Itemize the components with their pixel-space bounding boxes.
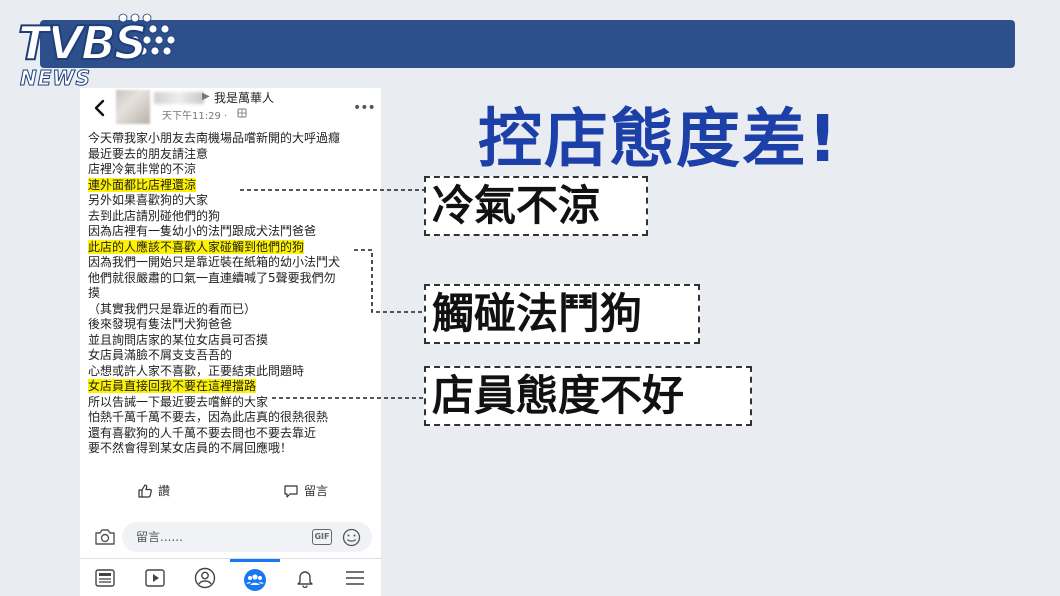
video-icon [145,569,165,587]
groups-icon [244,568,266,591]
comment-label: 留言 [304,484,329,498]
group-name[interactable]: 我是萬華人 [214,89,274,106]
post-line-text: 心想或許人家不喜歡，正要結束此問題時 [88,363,305,378]
nav-feed[interactable] [80,559,130,596]
post-line: 所以告誡一下最近要去嚐鮮的大家 [88,395,378,411]
post-line-text: 今天帶我家小朋友去南機場品嚐新開的大呼過癮 [88,131,341,145]
post-line-text: 另外如果喜歡狗的大家 [88,193,209,207]
post-line: 此店的人應該不喜歡人家碰觸到他們的狗 [88,239,378,256]
avatar[interactable] [116,90,150,124]
post-line: 今天帶我家小朋友去南機場品嚐新開的大呼過癮 [88,131,378,147]
nav-profile[interactable] [180,559,230,596]
post-line: 後來發現有隻法鬥犬狗爸爸 [88,317,378,333]
post-line: 連外面都比店裡還涼 [88,177,378,194]
post-line: 並且詢問店家的某位女店員可否摸 [88,333,378,349]
headline: 控店態度差! [478,103,840,177]
post-line: 因為店裡有一隻幼小的法鬥跟成犬法鬥爸爸 [88,224,378,240]
more-options-icon[interactable]: ••• [353,100,376,116]
post-line-text: 要不然會得到某女店員的不屑回應哦！ [88,441,293,455]
gif-icon[interactable]: GIF [312,529,332,545]
nav-menu[interactable] [330,559,380,596]
post-line: 他們就很嚴肅的口氣一直連續喊了5聲要我們勿 [88,271,378,287]
post-line: 另外如果喜歡狗的大家 [88,193,378,209]
post-line: 因為我們一開始只是靠近裝在紙箱的幼小法鬥犬 [88,255,378,271]
post-header: ▶ 我是萬華人 天下午11:29 · ••• [80,88,381,130]
comment-button[interactable]: 留言 [283,482,328,499]
post-line-text: 因為店裡有一隻幼小的法鬥跟成犬法鬥爸爸 [88,224,317,238]
nav-notifications[interactable] [280,559,330,596]
facebook-post-screenshot: ▶ 我是萬華人 天下午11:29 · ••• 今天帶我家小朋友去南機場品嚐新開的… [80,88,381,596]
profile-icon [194,567,216,589]
arrow-right-icon: ▶ [202,91,210,102]
highlighted-text: 此店的人應該不喜歡人家碰觸到他們的狗 [88,239,305,254]
camera-icon[interactable] [94,528,116,546]
callout-staff-attitude: 店員態度不好 [424,366,752,426]
post-line-text: 去到此店請別碰他們的狗 [88,208,221,223]
bell-icon [297,571,313,588]
callout-aircon: 冷氣不涼 [424,176,648,236]
post-line: 去到此店請別碰他們的狗 [88,209,378,225]
post-line-text: 女店員滿臉不屑支支吾吾的 [88,348,233,362]
back-arrow-icon[interactable] [92,98,108,118]
tvbs-logo: TVBS NEWS [17,12,178,98]
post-line-text: 他們就很嚴肅的口氣一直連續喊了5聲要我們勿 [88,270,336,285]
post-line-text: 並且詢問店家的某位女店員可否摸 [88,332,269,347]
top-banner [40,20,1015,68]
post-line-text: 因為我們一開始只是靠近裝在紙箱的幼小法鬥犬 [88,255,341,269]
highlighted-text: 女店員直接回我不要在這裡擋路 [88,379,257,393]
post-line: （其實我們只是靠近的看而已） [88,302,378,318]
comment-input[interactable] [122,522,372,552]
post-line: 摸 [88,286,378,302]
post-time: 天下午11:29 · [162,111,228,122]
post-line: 女店員直接回我不要在這裡擋路 [88,379,378,395]
post-line-text: 店裡冷氣非常的不涼 [88,162,197,176]
like-label: 讚 [158,484,171,498]
post-line: 要不然會得到某女店員的不屑回應哦！ [88,441,378,457]
logo-brand: TVBS [17,15,148,71]
logo-sub: NEWS [20,66,91,91]
menu-icon [346,571,364,585]
nav-groups[interactable] [230,559,280,596]
nav-video[interactable] [130,559,180,596]
like-button[interactable]: 讚 [137,482,170,499]
post-line-text: 所以告誡一下最近要去嚐鮮的大家 [88,394,269,409]
post-line: 店裡冷氣非常的不涼 [88,162,378,178]
feed-icon [95,569,115,587]
post-line-text: 怕熱千萬千萬不要去，因為此店真的很熱很熱 [88,410,329,424]
post-line-text: 還有喜歡狗的人千萬不要去問也不要去靠近 [88,425,317,440]
callout-touch-dog: 觸碰法鬥狗 [424,284,700,344]
highlighted-text: 連外面都比店裡還涼 [88,177,197,192]
globe-icon [237,108,247,118]
post-line-text: 後來發現有隻法鬥犬狗爸爸 [88,317,233,331]
bottom-nav [80,558,381,596]
post-line-text: （其實我們只是靠近的看而已） [88,301,257,316]
post-actions: 讚 留言 [80,478,381,504]
post-line-text: 最近要去的朋友請注意 [88,146,209,161]
post-line: 女店員滿臉不屑支支吾吾的 [88,348,378,364]
post-line: 怕熱千萬千萬不要去，因為此店真的很熱很熱 [88,410,378,426]
post-line: 心想或許人家不喜歡，正要結束此問題時 [88,364,378,380]
post-text: 今天帶我家小朋友去南機場品嚐新開的大呼過癮 最近要去的朋友請注意 店裡冷氣非常的不涼… [88,131,378,457]
comment-icon [284,484,298,498]
post-line: 最近要去的朋友請注意 [88,147,378,163]
post-line: 還有喜歡狗的人千萬不要去問也不要去靠近 [88,426,378,442]
author-name-blurred [154,92,204,104]
comment-bar: GIF [80,518,381,558]
emoji-icon[interactable] [342,528,361,547]
thumbs-up-icon [138,483,152,498]
post-line-text: 摸 [88,286,101,300]
